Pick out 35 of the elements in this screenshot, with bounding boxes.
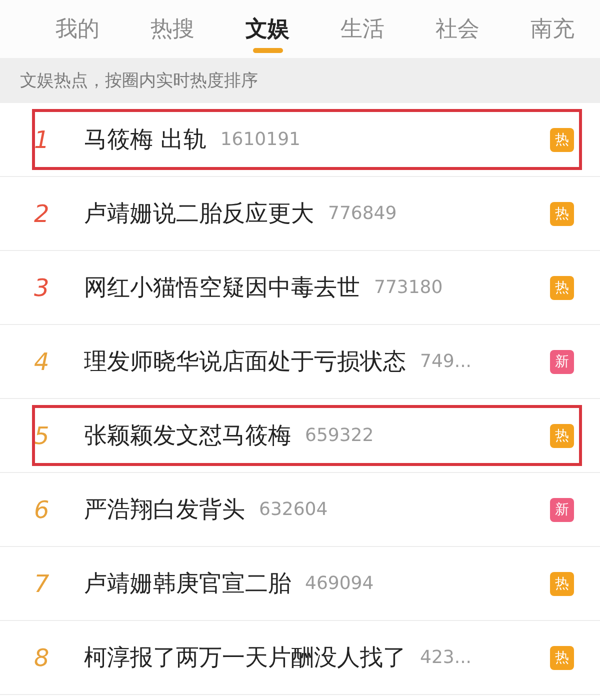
- topic-title[interactable]: 理发师晓华说店面处于亏损状态: [84, 346, 406, 377]
- topic-badge: 热: [550, 646, 574, 670]
- topic-title[interactable]: 马筱梅 出轨: [84, 124, 206, 155]
- category-tab[interactable]: 文娱: [220, 0, 315, 58]
- section-subtitle: 文娱热点，按圈内实时热度排序: [0, 58, 600, 103]
- rank-number: 4: [33, 348, 50, 376]
- heat-count: 776849: [328, 203, 397, 224]
- rank-number: 3: [33, 274, 50, 302]
- topic-badge: 新: [550, 350, 574, 374]
- topic-badge: 热: [550, 276, 574, 300]
- topic-title[interactable]: 网红小猫悟空疑因中毒去世: [84, 272, 360, 303]
- topic-badge: 热: [550, 128, 574, 152]
- rank-number: 2: [33, 200, 50, 228]
- heat-count: 749...: [420, 351, 472, 372]
- rank-number: 5: [33, 422, 50, 450]
- topic-title[interactable]: 张颖颖发文怼马筱梅: [84, 420, 291, 451]
- active-tab-indicator: [252, 48, 282, 53]
- heat-count: 632604: [259, 499, 328, 520]
- topic-title[interactable]: 卢靖姗说二胎反应更大: [84, 198, 314, 229]
- topic-badge: 热: [550, 572, 574, 596]
- topic-badge: 热: [550, 202, 574, 226]
- heat-count: 659322: [305, 425, 374, 446]
- heat-count: 423...: [420, 647, 472, 668]
- rank-number: 7: [33, 570, 50, 598]
- topic-title[interactable]: 卢靖姗韩庚官宣二胎: [84, 568, 291, 599]
- rank-number: 6: [33, 496, 50, 524]
- topic-title[interactable]: 严浩翔白发背头: [84, 494, 245, 525]
- heat-count: 1610191: [220, 129, 300, 150]
- rank-number: 1: [33, 126, 50, 154]
- heat-count: 469094: [305, 573, 374, 594]
- heat-count: 773180: [374, 277, 443, 298]
- topic-badge: 新: [550, 498, 574, 522]
- topic-badge: 热: [550, 424, 574, 448]
- topic-title[interactable]: 柯淳报了两万一天片酬没人找了: [84, 642, 406, 673]
- rank-number: 8: [33, 644, 50, 672]
